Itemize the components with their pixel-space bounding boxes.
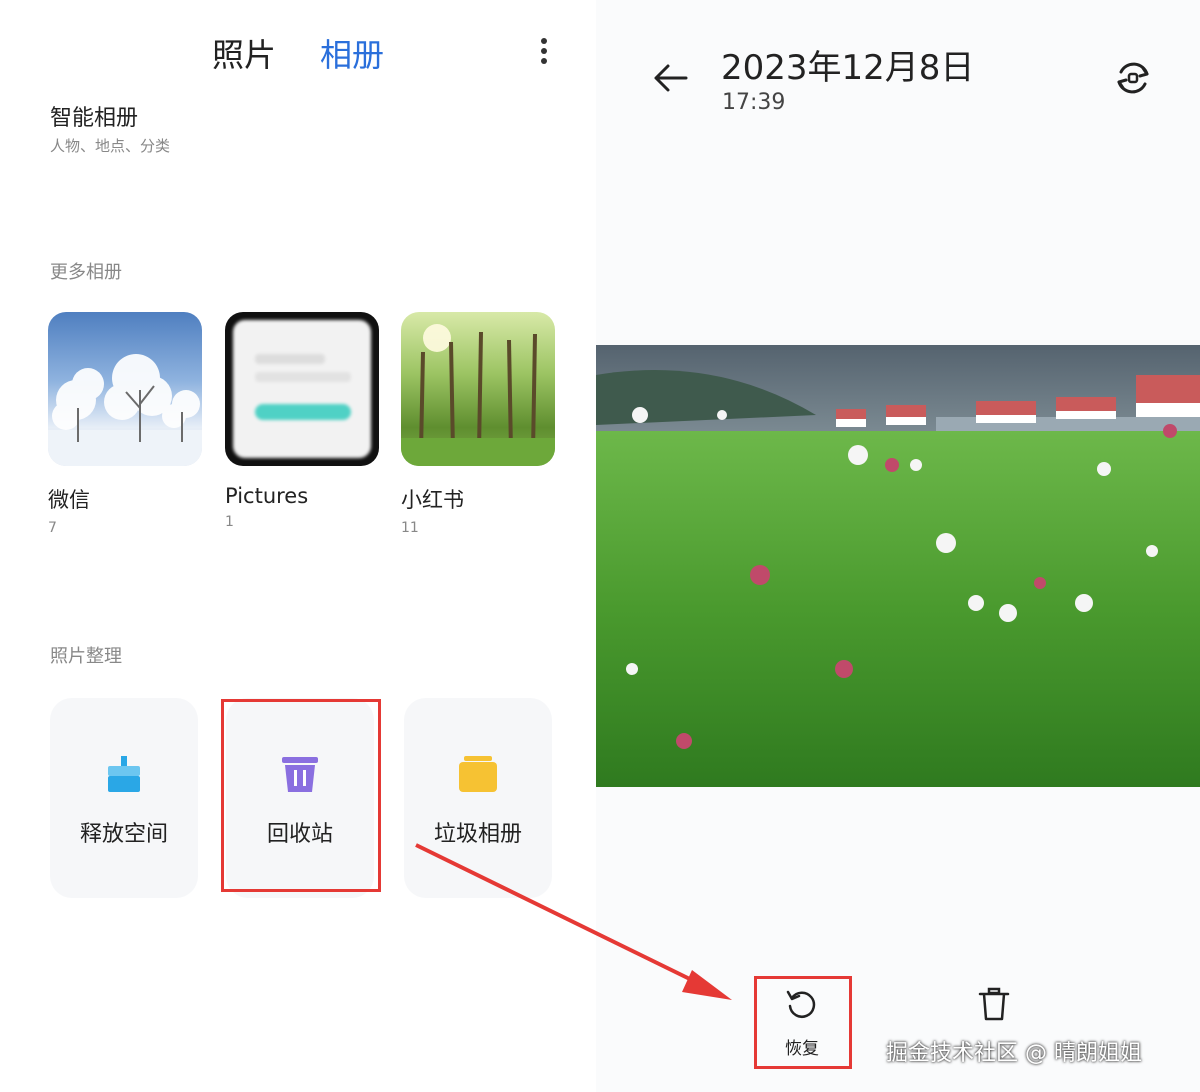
delete-icon bbox=[978, 987, 1010, 1021]
album-count: 11 bbox=[401, 520, 419, 536]
delete-button[interactable] bbox=[954, 986, 1034, 1026]
album-count: 7 bbox=[48, 520, 57, 536]
tool-label: 垃圾相册 bbox=[433, 822, 522, 847]
more-albums-label: 更多相册 bbox=[50, 262, 122, 283]
organize-label: 照片整理 bbox=[50, 646, 122, 667]
smart-album-subtitle: 人物、地点、分类 bbox=[50, 137, 171, 155]
watermark-text: 掘金技术社区 @ 晴朗姐姐 bbox=[886, 1041, 1142, 1066]
smart-album-title[interactable]: 智能相册 bbox=[50, 100, 138, 132]
top-tabs: 照片 相册 bbox=[212, 30, 384, 76]
more-options-icon[interactable] bbox=[535, 38, 553, 70]
album-count: 1 bbox=[225, 514, 234, 530]
album-cover-xiaohongshu bbox=[401, 312, 555, 466]
photo-viewer: 2023年12月8日 17:39 恢复 bbox=[596, 0, 1200, 1092]
broom-icon bbox=[108, 756, 140, 792]
albums-pane: 照片 相册 智能相册 人物、地点、分类 更多相册 微信 7 Pictures 1… bbox=[0, 0, 580, 1092]
album-wechat[interactable]: 微信 7 bbox=[48, 312, 204, 536]
highlight-box-restore bbox=[754, 976, 852, 1069]
tab-photos[interactable]: 照片 bbox=[212, 30, 276, 76]
tool-label: 释放空间 bbox=[79, 822, 168, 847]
album-xiaohongshu[interactable]: 小红书 11 bbox=[401, 312, 557, 536]
album-name: 微信 bbox=[48, 488, 90, 512]
highlight-box-recycle-bin bbox=[221, 699, 381, 892]
album-cover-wechat bbox=[48, 312, 202, 466]
album-cover-pictures bbox=[225, 312, 379, 466]
folder-icon bbox=[459, 756, 497, 792]
album-name: Pictures bbox=[225, 484, 309, 508]
album-name: 小红书 bbox=[401, 488, 464, 512]
album-pictures[interactable]: Pictures 1 bbox=[225, 312, 381, 530]
junk-album-button[interactable]: 垃圾相册 bbox=[404, 698, 552, 898]
back-arrow-icon[interactable] bbox=[650, 58, 690, 98]
rotate-icon[interactable] bbox=[1113, 58, 1153, 98]
photo-date: 2023年12月8日 bbox=[721, 48, 975, 88]
photo-time: 17:39 bbox=[722, 90, 786, 115]
free-space-button[interactable]: 释放空间 bbox=[50, 698, 198, 898]
photo-image[interactable] bbox=[596, 345, 1200, 787]
tab-albums[interactable]: 相册 bbox=[320, 30, 384, 76]
